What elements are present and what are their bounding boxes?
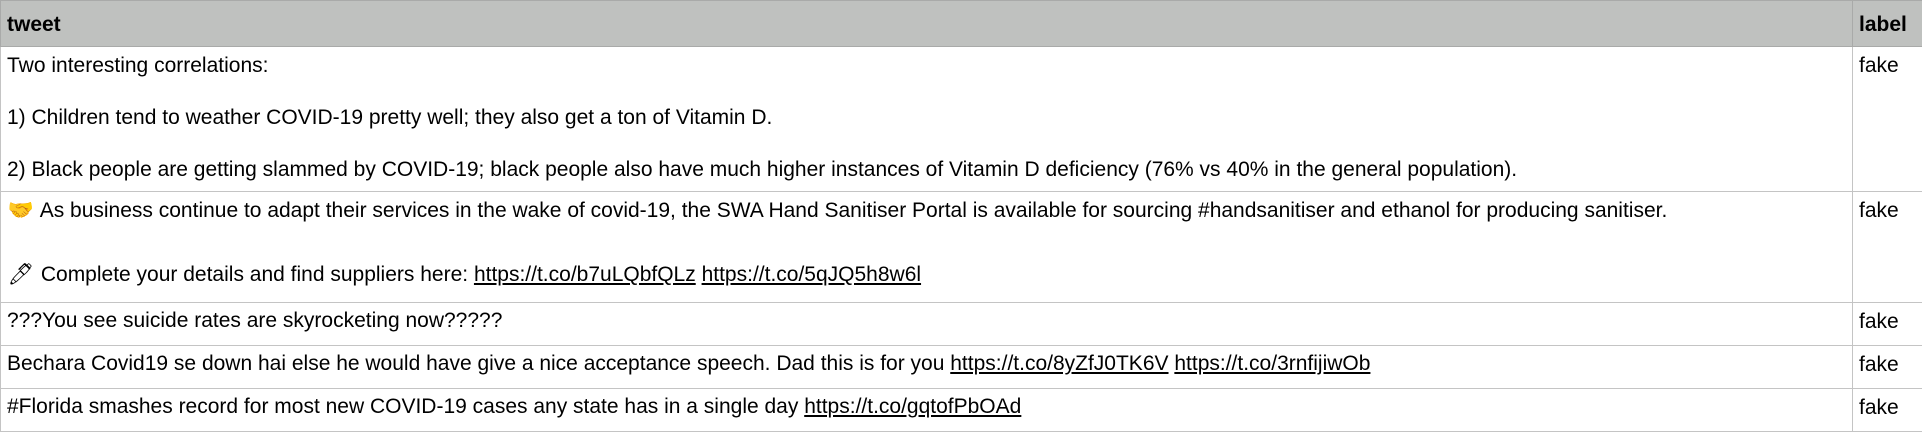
handshake-icon: 🤝 [7, 198, 35, 224]
tweet-link[interactable]: https://t.co/3rnfijiwOb [1174, 352, 1370, 375]
header-row: tweet label [1, 1, 1922, 47]
tweet-cell[interactable]: #Florida smashes record for most new COV… [1, 389, 1853, 432]
table-row: Bechara Covid19 se down hai else he woul… [1, 346, 1922, 389]
label-cell[interactable]: fake [1853, 303, 1922, 346]
tweet-line: 🖊 Complete your details and find supplie… [7, 262, 1846, 288]
tweet-line: 🤝 As business continue to adapt their se… [7, 198, 1846, 224]
tweet-link[interactable]: https://t.co/5qJQ5h8w6l [702, 263, 921, 286]
label-cell[interactable]: fake [1853, 389, 1922, 432]
paragraph-gap [7, 79, 1846, 105]
tweet-table: tweet label Two interesting correlations… [0, 0, 1922, 432]
tweet-link[interactable]: https://t.co/gqtofPbOAd [804, 395, 1021, 418]
tweet-cell[interactable]: Two interesting correlations: 1) Childre… [1, 47, 1853, 192]
paragraph-gap [7, 224, 1846, 262]
tweet-text: Complete your details and find suppliers… [41, 263, 468, 286]
spreadsheet: tweet label Two interesting correlations… [0, 0, 1922, 430]
tweet-paragraph: 1) Children tend to weather COVID-19 pre… [7, 105, 1846, 131]
tweet-cell[interactable]: 🤝 As business continue to adapt their se… [1, 192, 1853, 303]
column-header-tweet[interactable]: tweet [1, 1, 1853, 47]
label-cell[interactable]: fake [1853, 346, 1922, 389]
paragraph-gap [7, 131, 1846, 157]
tweet-link[interactable]: https://t.co/b7uLQbfQLz [474, 263, 696, 286]
tweet-paragraph: Two interesting correlations: [7, 53, 1846, 79]
label-cell[interactable]: fake [1853, 192, 1922, 303]
table-row: 🤝 As business continue to adapt their se… [1, 192, 1922, 303]
tweet-link[interactable]: https://t.co/8yZfJ0TK6V [950, 352, 1168, 375]
tweet-text: #Florida smashes record for most new COV… [7, 395, 798, 418]
tweet-cell[interactable]: ???You see suicide rates are skyrocketin… [1, 303, 1853, 346]
label-cell[interactable]: fake [1853, 47, 1922, 192]
table-row: ???You see suicide rates are skyrocketin… [1, 303, 1922, 346]
table-row: Two interesting correlations: 1) Childre… [1, 47, 1922, 192]
tweet-cell[interactable]: Bechara Covid19 se down hai else he woul… [1, 346, 1853, 389]
tweet-text: As business continue to adapt their serv… [40, 199, 1668, 222]
pen-icon: 🖊 [7, 262, 35, 288]
tweet-text: Bechara Covid19 se down hai else he woul… [7, 352, 944, 375]
tweet-paragraph: 2) Black people are getting slammed by C… [7, 157, 1846, 183]
tweet-text: ???You see suicide rates are skyrocketin… [7, 309, 502, 332]
table-row: #Florida smashes record for most new COV… [1, 389, 1922, 432]
column-header-label[interactable]: label [1853, 1, 1922, 47]
